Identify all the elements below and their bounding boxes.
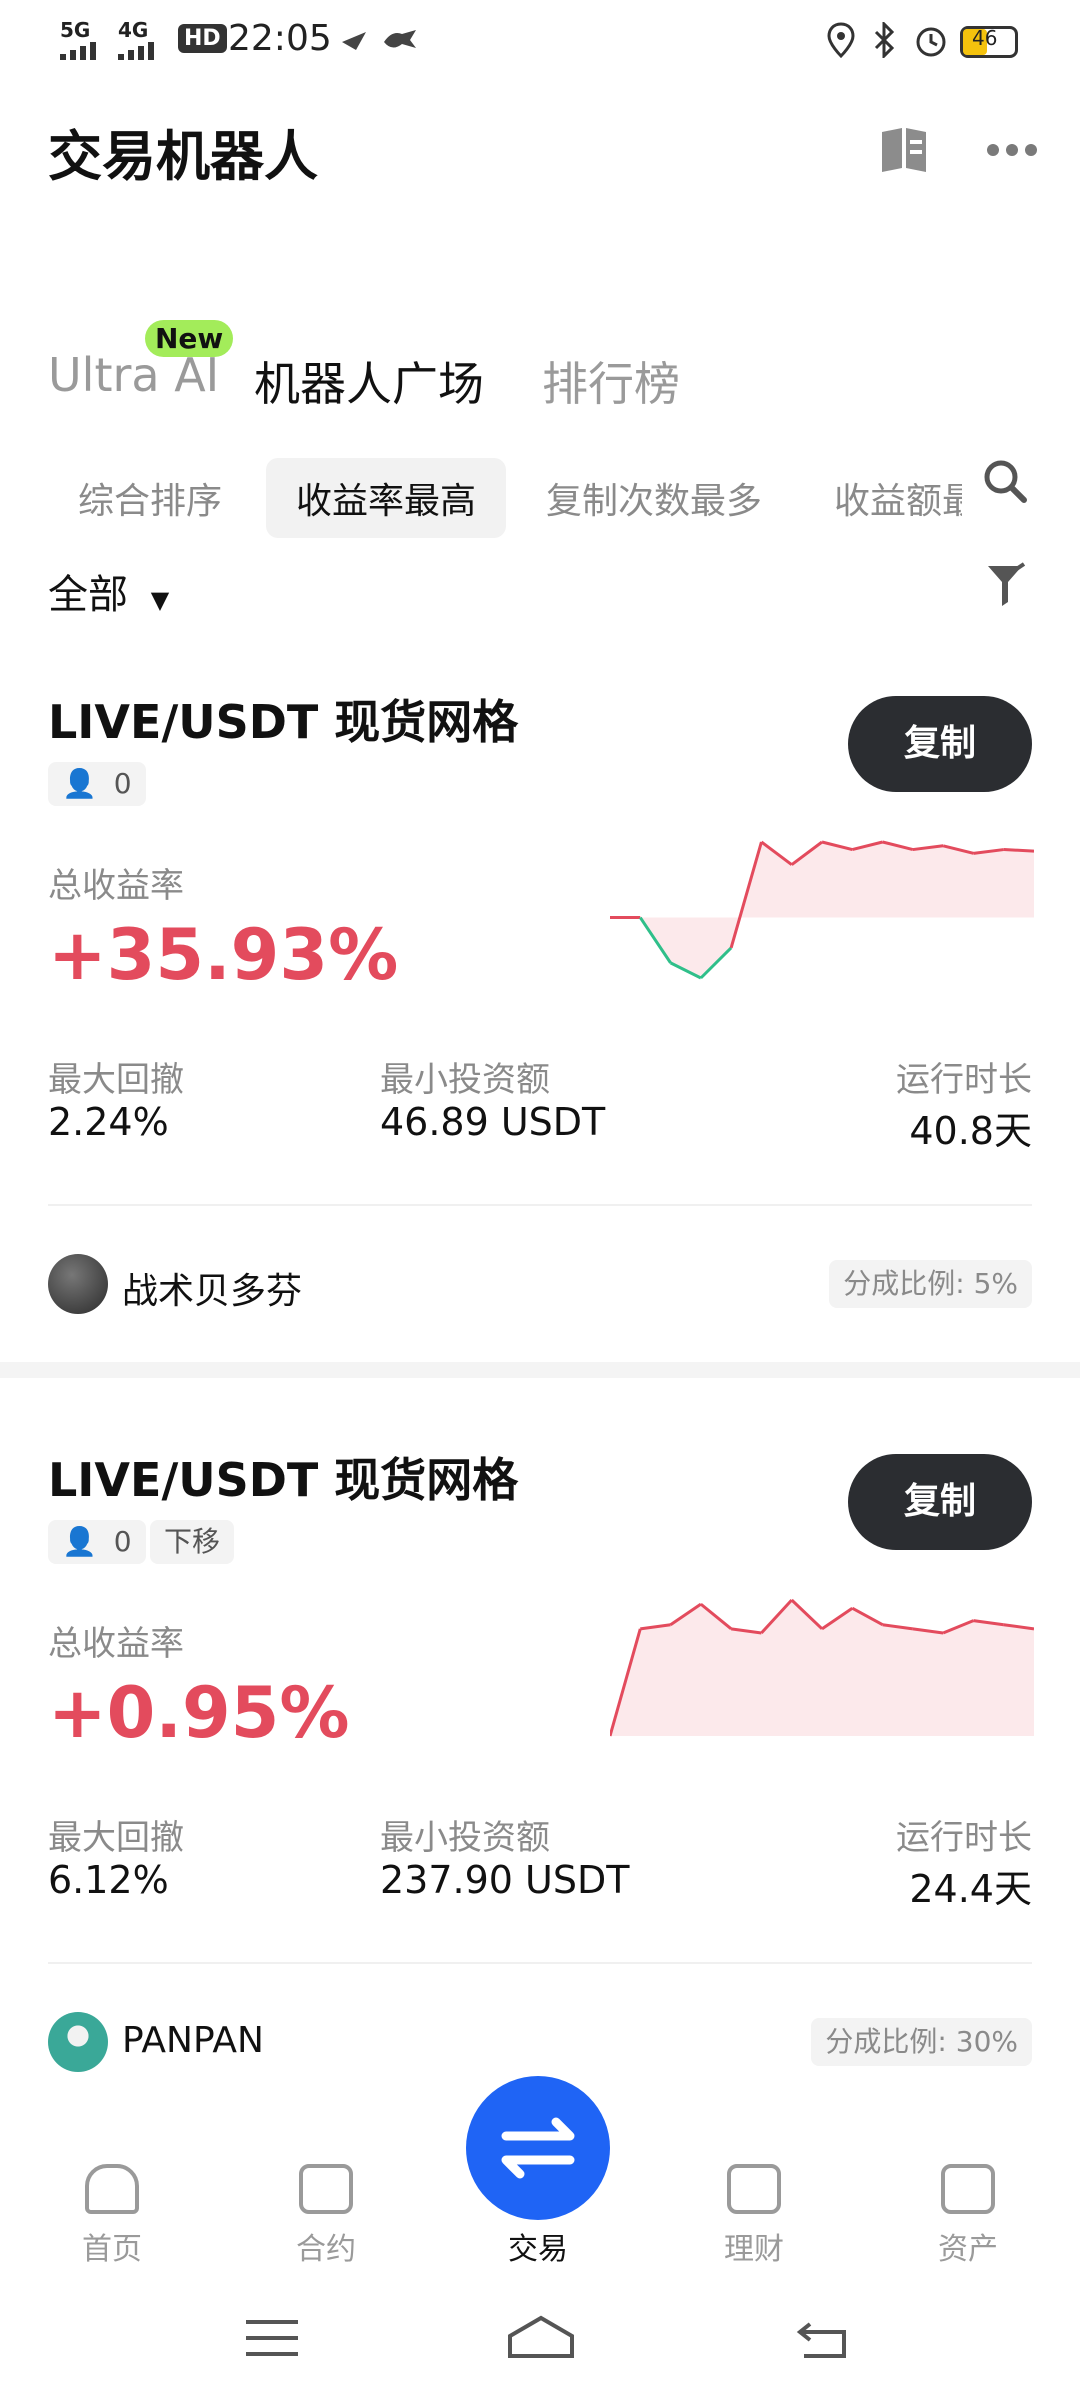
profit-share-badge: 分成比例: 5% (829, 1260, 1032, 1308)
total-yield-label: 总收益率 (48, 1624, 184, 1664)
divider (48, 1204, 1032, 1206)
network-4g-label: 4G (118, 18, 149, 42)
wallet-icon (941, 2164, 995, 2214)
filter-all[interactable]: 全部 ▼ (48, 562, 169, 620)
network-5g-label: 5G (60, 18, 91, 42)
page-title: 交易机器人 (48, 125, 318, 188)
user-icon: 👤 (62, 767, 97, 800)
nav-earn[interactable]: 理财 (684, 2164, 824, 2268)
run-duration-label: 运行时长 (896, 1818, 1032, 1858)
strategy-tag: 下移 (150, 1520, 235, 1564)
signal-icon (60, 40, 110, 64)
max-drawdown-value: 2.24% (48, 1100, 169, 1144)
new-badge: New (145, 320, 234, 357)
user-count-chip: 👤 0 (48, 762, 146, 806)
run-duration-label: 运行时长 (896, 1060, 1032, 1100)
min-investment-value: 237.90 USDT (380, 1858, 630, 1902)
subtab-top-profit[interactable]: 收益额最 (834, 472, 962, 524)
clock: 22:05 (228, 18, 332, 59)
author-name[interactable]: 战术贝多芬 (122, 1262, 302, 1314)
subtab-most-copied[interactable]: 复制次数最多 (546, 472, 762, 524)
nav-home[interactable]: 首页 (42, 2164, 182, 2268)
user-icon: 👤 (62, 1525, 97, 1558)
card-title: LIVE/USDT 现货网格 (48, 1453, 519, 1507)
bot-card[interactable]: LIVE/USDT 现货网格 👤 0 下移 复制 总收益率 +0.95% 最大回… (0, 1438, 1080, 2118)
caret-down-icon: ▼ (150, 586, 170, 614)
sparkline-segment (1003, 848, 1034, 853)
more-icon[interactable] (986, 142, 1038, 161)
home-icon (85, 2164, 139, 2214)
nav-earn-label: 理财 (724, 2232, 784, 2267)
total-yield-value: +35.93% (48, 914, 399, 996)
filter-funnel-icon[interactable] (986, 562, 1026, 612)
chart-icon (299, 2164, 353, 2214)
divider (48, 1962, 1032, 1964)
tab-robot-square[interactable]: 机器人广场 (254, 348, 484, 414)
user-count: 0 (113, 1525, 132, 1558)
avatar[interactable] (48, 2012, 108, 2072)
card-separator (0, 1362, 1080, 1378)
author-name[interactable]: PANPAN (122, 2020, 264, 2061)
hd-badge: HD (178, 24, 227, 53)
total-yield-label: 总收益率 (48, 866, 184, 906)
nav-assets[interactable]: 资产 (898, 2164, 1038, 2268)
user-count: 0 (113, 767, 132, 800)
nav-futures-label: 合约 (296, 2232, 356, 2267)
search-icon[interactable] (982, 458, 1028, 508)
run-duration-value: 40.8天 (909, 1109, 1032, 1153)
menu-icon[interactable] (246, 2318, 298, 2362)
back-icon[interactable] (796, 2316, 850, 2364)
yield-sparkline (610, 1598, 1034, 1737)
nav-home-label: 首页 (82, 2232, 142, 2267)
signal-icon-2 (118, 40, 168, 64)
tab-leaderboard[interactable]: 排行榜 (542, 348, 680, 414)
copy-button[interactable]: 复制 (848, 1454, 1032, 1550)
nav-assets-label: 资产 (938, 2232, 998, 2267)
max-drawdown-label: 最大回撤 (48, 1818, 184, 1858)
min-investment-label: 最小投资额 (380, 1818, 550, 1858)
yield-sparkline (610, 840, 1034, 980)
profit-share-badge: 分成比例: 30% (811, 2018, 1032, 2066)
send-icon (340, 30, 368, 56)
user-count-chip: 👤 0 (48, 1520, 146, 1564)
trade-fab[interactable] (466, 2076, 610, 2220)
alarm-icon (914, 22, 948, 62)
bluetooth-icon (870, 20, 900, 62)
swap-icon (501, 2117, 575, 2179)
run-duration-value: 24.4天 (909, 1867, 1032, 1911)
max-drawdown-label: 最大回撤 (48, 1060, 184, 1100)
location-icon (826, 22, 856, 62)
total-yield-value: +0.95% (48, 1672, 350, 1754)
subtab-overall[interactable]: 综合排序 (78, 472, 222, 524)
nav-futures[interactable]: 合约 (256, 2164, 396, 2268)
app-notify-icon (382, 26, 418, 58)
min-investment-value: 46.89 USDT (380, 1100, 606, 1144)
copy-button[interactable]: 复制 (848, 696, 1032, 792)
min-investment-label: 最小投资额 (380, 1060, 550, 1100)
bot-card[interactable]: LIVE/USDT 现货网格 👤 0 复制 总收益率 +35.93% 最大回撤 … (0, 680, 1080, 1360)
avatar[interactable] (48, 1254, 108, 1314)
max-drawdown-value: 6.12% (48, 1858, 169, 1902)
battery-percent: 46 (972, 26, 998, 50)
nav-trade-label: 交易 (508, 2232, 568, 2267)
filter-all-label: 全部 (48, 572, 128, 618)
guide-book-icon[interactable] (880, 126, 930, 178)
card-title: LIVE/USDT 现货网格 (48, 695, 519, 749)
status-bar: 5G 4G HD 22:05 46 (0, 0, 1080, 80)
sparkline-area (610, 842, 1034, 978)
subtab-top-yield[interactable]: 收益率最高 (266, 458, 507, 538)
diamond-icon (727, 2164, 781, 2214)
home-system-icon[interactable] (506, 2314, 576, 2364)
nav-trade[interactable]: 交易 (468, 2224, 608, 2268)
